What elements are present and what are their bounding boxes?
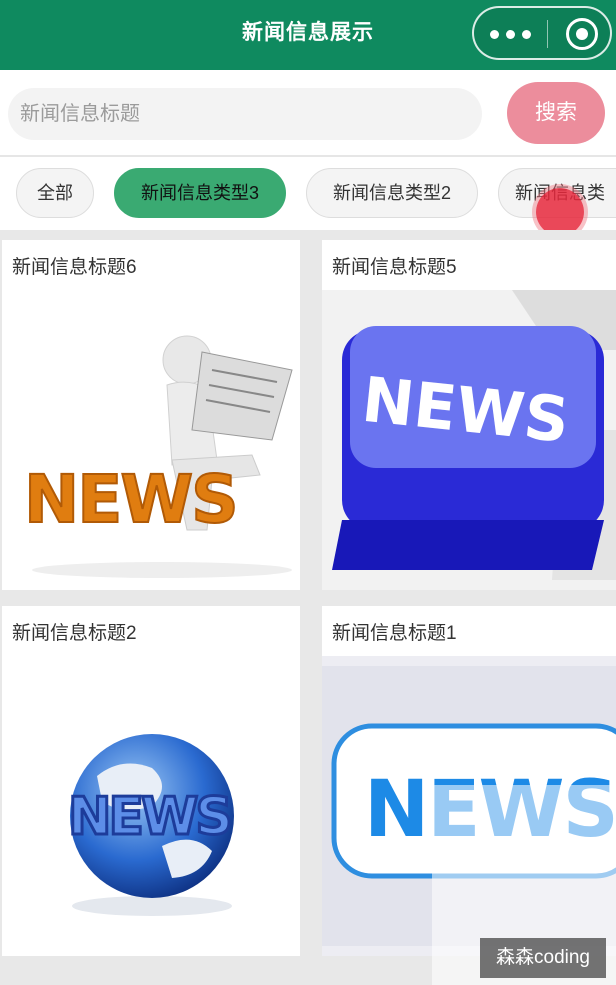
news-card[interactable]: 新闻信息标题5 NEWS bbox=[322, 240, 616, 590]
navigation-bar: 新闻信息展示 bbox=[0, 0, 616, 70]
watermark: 森森coding bbox=[480, 938, 606, 978]
capsule-divider bbox=[547, 20, 548, 48]
news-title: 新闻信息标题1 bbox=[332, 623, 457, 644]
mini-program-capsule bbox=[472, 6, 612, 60]
divider bbox=[0, 155, 616, 157]
news-title: 新闻信息标题6 bbox=[12, 257, 137, 278]
news-title: 新闻信息标题2 bbox=[12, 623, 137, 644]
search-bar: 搜索 bbox=[0, 70, 616, 156]
news-globe-image: NEWS bbox=[2, 656, 300, 956]
news-key-image: NEWS bbox=[322, 290, 616, 590]
news-reader-image: NEWS bbox=[2, 290, 300, 590]
category-chip-type2[interactable]: 新闻信息类型2 bbox=[306, 168, 478, 218]
svg-text:NEWS: NEWS bbox=[68, 787, 230, 847]
news-card[interactable]: 新闻信息标题6 NEWS bbox=[2, 240, 300, 590]
svg-text:NEWS: NEWS bbox=[24, 461, 237, 538]
category-chip-type3[interactable]: 新闻信息类型3 bbox=[114, 168, 286, 218]
search-input[interactable] bbox=[8, 88, 482, 140]
news-title: 新闻信息标题5 bbox=[332, 257, 457, 278]
search-button[interactable]: 搜索 bbox=[507, 82, 605, 144]
more-icon[interactable] bbox=[488, 22, 536, 46]
category-tabs: 全部 新闻信息类型3 新闻信息类型2 新闻信息类 bbox=[0, 158, 616, 230]
category-chip-all[interactable]: 全部 bbox=[16, 168, 94, 218]
news-card[interactable]: 新闻信息标题2 NEWS bbox=[2, 606, 300, 956]
close-target-icon[interactable] bbox=[566, 18, 598, 50]
touch-indicator bbox=[536, 188, 584, 236]
